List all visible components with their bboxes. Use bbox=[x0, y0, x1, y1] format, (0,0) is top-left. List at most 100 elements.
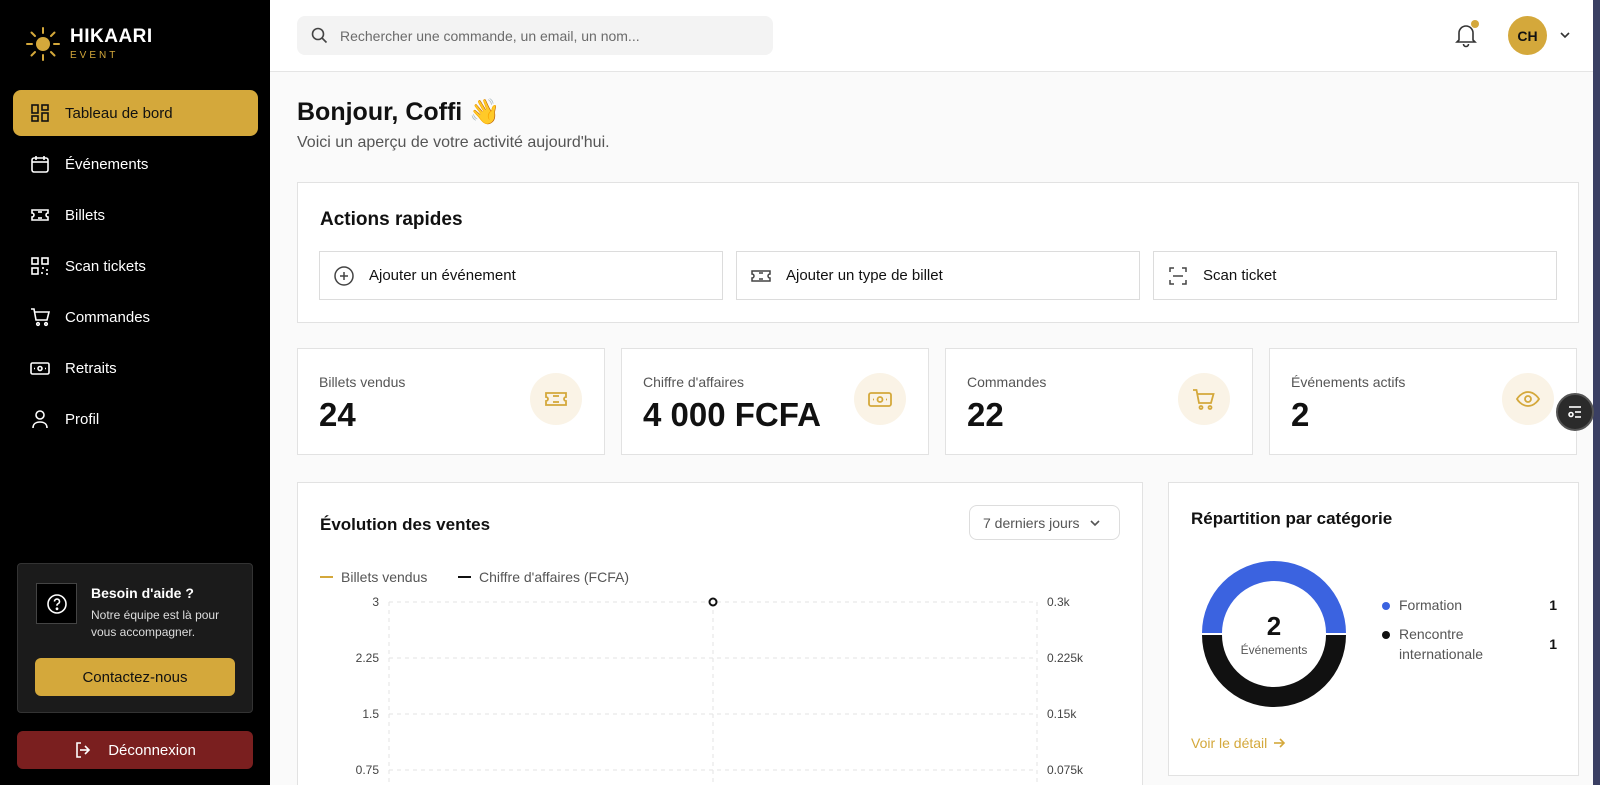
add-ticket-type-label: Ajouter un type de billet bbox=[786, 267, 943, 284]
avatar[interactable]: CH bbox=[1508, 16, 1547, 55]
donut-total: 2 bbox=[1266, 611, 1282, 641]
notification-dot bbox=[1471, 20, 1479, 28]
add-ticket-type-button[interactable]: Ajouter un type de billet bbox=[736, 251, 1140, 300]
quick-actions-card: Actions rapides Ajouter un événement Ajo… bbox=[297, 182, 1579, 323]
y-right-tick-label: 0.3k bbox=[1047, 595, 1071, 609]
calendar-icon bbox=[31, 156, 49, 173]
sidebar-item-label: Scan tickets bbox=[65, 257, 146, 275]
legend-count: 1 bbox=[1549, 636, 1557, 652]
legend-label: Formation bbox=[1399, 597, 1463, 613]
stat-value: 4 000 FCFA bbox=[643, 396, 821, 433]
logout-button[interactable]: Déconnexion bbox=[17, 731, 253, 769]
legend-dot bbox=[1382, 602, 1390, 610]
logout-icon bbox=[76, 742, 91, 758]
legend-label: Rencontre internationale bbox=[1399, 626, 1484, 662]
stat-icon-wrap bbox=[1178, 373, 1230, 425]
y-left-tick-label: 3 bbox=[372, 595, 379, 609]
ticket-icon bbox=[751, 269, 771, 282]
brand-logo[interactable]: HIKAARI EVENT bbox=[25, 26, 153, 62]
scan-ticket-button[interactable]: Scan ticket bbox=[1153, 251, 1557, 300]
stat-card-tickets-sold: Billets vendus 24 bbox=[297, 348, 605, 455]
stat-icon-wrap bbox=[854, 373, 906, 425]
floating-filter-button[interactable] bbox=[1556, 393, 1594, 431]
category-chart-title: Répartition par catégorie bbox=[1191, 509, 1393, 528]
sidebar-nav: Tableau de bord Événements Billets Scan … bbox=[13, 90, 258, 447]
page-title: Bonjour, Coffi 👋 bbox=[297, 98, 501, 126]
sales-line-chart: 3 0.3k 2.25 0.225k 1.5 0.15k 0.75 0.075k bbox=[356, 595, 1084, 785]
scan-icon bbox=[1169, 266, 1187, 285]
sidebar-item-profile[interactable]: Profil bbox=[13, 396, 258, 442]
chevron-down-icon bbox=[1089, 519, 1100, 526]
sidebar-item-orders[interactable]: Commandes bbox=[13, 294, 258, 340]
sidebar-item-label: Profil bbox=[65, 410, 100, 428]
y-right-tick-label: 0.15k bbox=[1047, 707, 1077, 721]
stat-value: 22 bbox=[967, 396, 1004, 433]
logout-label: Déconnexion bbox=[108, 741, 196, 759]
view-detail-link[interactable]: Voir le détail bbox=[1191, 735, 1286, 751]
plus-circle-icon bbox=[334, 265, 354, 286]
category-legend-item[interactable]: Rencontre internationale 1 bbox=[1382, 624, 1557, 664]
sidebar-item-events[interactable]: Événements bbox=[13, 141, 258, 187]
help-title: Besoin d'aide ? bbox=[91, 585, 194, 601]
help-text: Notre équipe est là pour vous accompagne… bbox=[91, 608, 220, 639]
page-subtitle: Voici un aperçu de votre activité aujour… bbox=[297, 134, 610, 151]
stat-value: 24 bbox=[319, 396, 356, 433]
stat-value: 2 bbox=[1291, 396, 1310, 433]
y-right-tick-label: 0.075k bbox=[1047, 763, 1084, 777]
banknote-icon bbox=[30, 362, 50, 375]
legend-dot bbox=[1382, 631, 1390, 639]
user-icon bbox=[32, 410, 48, 429]
ticket-icon bbox=[31, 209, 49, 221]
stat-icon-wrap bbox=[1502, 373, 1554, 425]
scan-ticket-label: Scan ticket bbox=[1203, 267, 1277, 284]
legend-swatch bbox=[458, 576, 471, 578]
donut-total-label: Événements bbox=[1240, 643, 1308, 657]
legend-count: 1 bbox=[1549, 597, 1557, 613]
stat-label: Chiffre d'affaires bbox=[643, 374, 744, 390]
sidebar-item-label: Commandes bbox=[65, 308, 151, 326]
sun-icon bbox=[26, 27, 60, 61]
search-icon bbox=[311, 27, 328, 44]
banknote-icon bbox=[868, 392, 892, 407]
sales-chart-title: Évolution des ventes bbox=[320, 515, 491, 534]
sidebar-item-withdrawals[interactable]: Retraits bbox=[13, 345, 258, 391]
sidebar-item-tickets[interactable]: Billets bbox=[13, 192, 258, 238]
sidebar-item-dashboard[interactable]: Tableau de bord bbox=[13, 90, 258, 136]
sidebar-item-label: Billets bbox=[65, 206, 106, 224]
stat-card-orders: Commandes 22 bbox=[945, 348, 1253, 455]
sidebar-item-label: Événements bbox=[65, 155, 149, 173]
add-event-label: Ajouter un événement bbox=[369, 267, 516, 284]
stat-icon-wrap bbox=[530, 373, 582, 425]
revenue-data-point-0 bbox=[708, 597, 718, 607]
range-select-value: 7 derniers jours bbox=[983, 514, 1080, 531]
search-input[interactable] bbox=[340, 27, 760, 44]
stat-label: Billets vendus bbox=[319, 374, 406, 390]
eye-icon bbox=[1515, 391, 1541, 407]
help-icon bbox=[36, 583, 77, 624]
category-chart-card: Répartition par catégorie 2 Événements F… bbox=[1168, 482, 1579, 776]
sidebar-item-label: Tableau de bord bbox=[65, 104, 173, 122]
brand-name: HIKAARI bbox=[70, 25, 153, 47]
cart-icon bbox=[1193, 389, 1215, 410]
topbar: CH bbox=[270, 0, 1593, 72]
help-box: Besoin d'aide ? Notre équipe est là pour… bbox=[17, 563, 253, 713]
stat-label: Événements actifs bbox=[1291, 374, 1406, 390]
view-detail-label: Voir le détail bbox=[1191, 735, 1268, 751]
range-select[interactable]: 7 derniers jours bbox=[969, 505, 1120, 540]
chevron-down-icon[interactable] bbox=[1558, 28, 1572, 42]
qr-code-icon bbox=[31, 257, 49, 275]
y-left-tick-label: 2.25 bbox=[356, 651, 380, 665]
brand-sub: EVENT bbox=[70, 49, 119, 61]
y-right-tick-label: 0.225k bbox=[1047, 651, 1084, 665]
add-event-button[interactable]: Ajouter un événement bbox=[319, 251, 723, 300]
ticket-icon bbox=[545, 392, 567, 406]
stat-label: Commandes bbox=[967, 374, 1047, 390]
search-bar[interactable] bbox=[297, 16, 773, 55]
y-left-tick-label: 0.75 bbox=[356, 763, 380, 777]
contact-button[interactable]: Contactez-nous bbox=[35, 658, 235, 696]
list-filter-icon bbox=[1568, 406, 1581, 418]
quick-actions-title: Actions rapides bbox=[320, 209, 463, 230]
category-legend-item[interactable]: Formation 1 bbox=[1382, 595, 1557, 615]
sidebar-item-scan-tickets[interactable]: Scan tickets bbox=[13, 243, 258, 289]
arrow-right-icon bbox=[1274, 738, 1286, 748]
